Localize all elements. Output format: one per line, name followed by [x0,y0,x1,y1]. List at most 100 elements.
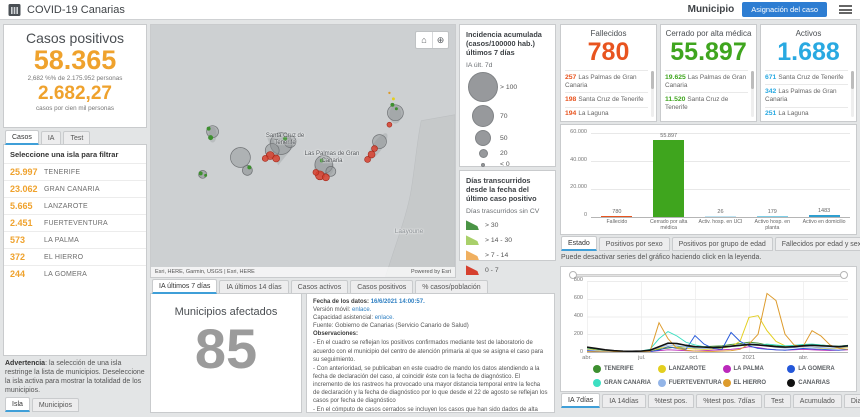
legend-item[interactable]: LA GOMERA [787,365,852,374]
bar-0[interactable]: 780 [591,133,643,217]
estado-tab[interactable]: Estado [561,236,597,251]
metric-tab[interactable]: Test [763,394,791,408]
stat-row: 671 Santa Cruz de Tenerife [765,70,848,84]
map-tab[interactable]: Casos positivos [350,280,414,294]
legend-color-dot [593,365,601,374]
line-y-tick: 400 [573,313,583,319]
island-row[interactable]: 23.062 GRAN CANARIA [4,180,146,197]
island-name: GRAN CANARIA [44,185,100,193]
casos-tab[interactable]: Casos [5,130,39,145]
ia-line-chart: 800 600 400 200 0 abr. jul. oct. 2021 ab… [560,266,857,392]
scrollbar[interactable] [751,71,754,117]
flag-icon [466,265,479,276]
island-row[interactable]: 573 LA PALMA [4,231,146,248]
basemap-icon[interactable]: ⊕ [432,32,448,48]
legend-item[interactable]: FUERTEVENTURA [657,378,723,387]
legend-item[interactable]: TENERIFE [593,365,658,374]
bar-4[interactable]: 1483 [798,133,850,217]
metric-tab[interactable]: %test pos. [647,394,695,408]
scrollbar[interactable] [651,71,654,117]
bar-x-label: Activ. hosp. en UCI [698,219,743,225]
municipios-afectados-count: 85 [194,317,258,380]
stat-row: 198 Santa Cruz de Tenerife [565,92,648,106]
island-name: TENERIFE [44,168,81,176]
warning-label: Advertencia [5,360,46,367]
legend-item[interactable]: CANARIAS [787,378,852,387]
island-cases: 372 [10,252,26,262]
bubble-label: 70 [500,112,508,120]
map[interactable]: Santa Cruz de Tenerife Las Palmas de Gra… [150,24,456,278]
legend-series-name: LANZAROTE [668,366,706,373]
legend-series-name: CANARIAS [798,379,830,386]
mobile-link[interactable]: enlace. [352,307,371,313]
island-name: LANZAROTE [44,202,88,210]
flag-icon [466,220,479,231]
days-label: > 14 - 30 [485,236,513,244]
island-row[interactable]: 2.451 FUERTEVENTURA [4,214,146,231]
bubble-legend-row: < 0 [466,161,549,168]
island-name: LA PALMA [44,236,79,244]
island-row[interactable]: 372 EL HIERRO [4,248,146,265]
legend-item[interactable]: EL HIERRO [722,378,788,387]
casos-rate-label: casos por cien mil personas [35,105,115,113]
line-series-svg [587,292,848,352]
days-label: 0 - 7 [485,266,499,274]
slider-handle-right[interactable] [840,271,848,279]
island-filter-title: Seleccione una isla para filtrar [10,150,119,159]
island-row[interactable]: 5.665 LANZAROTE [4,197,146,214]
estado-tab[interactable]: Fallecidos por edad y sexo [774,237,860,251]
legend-series-name: FUERTEVENTURA [668,379,722,386]
island-row[interactable]: 25.997 TENERIFE [4,163,146,180]
stat-row-value: 194 [565,110,577,118]
app-title: COVID-19 Canarias [27,3,125,16]
stat-row-name: Santa Cruz de Tenerife [578,95,644,103]
map-tab[interactable]: IA últimos 7 días [152,279,218,294]
line-x-tick: abr. [582,355,592,361]
metric-tab[interactable]: IA 7días [561,393,601,408]
stat-row-value: 11.520 [665,95,686,103]
stat-row: 342 Las Palmas de Gran Canaria [765,84,848,106]
metric-tab[interactable]: IA 14días [602,394,646,408]
metric-tab[interactable]: Diario [843,394,860,408]
legend-color-dot [787,365,796,374]
home-icon[interactable]: ⌂ [416,32,432,48]
time-range-slider[interactable] [569,271,848,279]
activos-list[interactable]: 671 Santa Cruz de Tenerife 342 Las Palmas … [765,70,848,119]
stat-row-name: La Laguna [778,110,809,118]
bubble-label: < 0 [500,161,510,169]
map-tab[interactable]: Casos activos [290,280,349,294]
scrollbar[interactable] [851,71,854,117]
isla-tab[interactable]: Municipios [31,398,79,412]
bar-2[interactable]: 26 [695,133,747,217]
estado-tab[interactable]: Positivos por grupo de edad [671,237,773,251]
bubble-icon [468,72,498,103]
asignacion-caso-button[interactable]: Asignación del caso [742,2,827,17]
observation-line: - En el cuadro se reflejan los positivos… [313,340,544,363]
legend-item[interactable]: GRAN CANARIA [593,378,658,387]
fallecidos-total: 780 [587,38,630,66]
casos-tab[interactable]: Test [63,131,91,145]
source-line: Fuente: Gobierno de Canarias (Servicio C… [313,323,469,330]
fallecidos-list[interactable]: 257 Las Palmas de Gran Canaria 198 Santa C… [565,70,648,119]
legend-item[interactable]: LA PALMA [722,365,788,374]
bar-3[interactable]: 179 [746,133,798,217]
capacity-link[interactable]: enlace. [375,315,394,321]
metric-tab[interactable]: %test pos. 7días [696,394,762,408]
map-attribution: Esri, HERE, Garmin, USGS | Esri, HERE Po… [151,267,455,277]
estado-tab[interactable]: Positivos por sexo [598,237,670,251]
isla-tab[interactable]: Isla [5,397,30,412]
observation-line: - Con anterioridad, se publicaban en est… [313,365,548,405]
metric-tab[interactable]: Acumulado [792,394,842,408]
map-tab[interactable]: IA últimos 14 días [219,280,289,294]
bar-x-label: Cerrado por alta médica [649,219,688,231]
map-tab[interactable]: % casos/población [415,280,488,294]
menu-icon[interactable] [839,5,852,14]
stat-row-value: 251 [765,110,777,118]
bar-y-tick: 60.000 [570,129,587,135]
island-row[interactable]: 244 LA GOMERA [4,265,146,282]
bar-1[interactable]: 55.897 [643,133,695,217]
casos-tab[interactable]: IA [40,131,62,145]
legend-item[interactable]: LANZAROTE [657,365,723,374]
cerrado-list[interactable]: 19.625 Las Palmas de Gran Canaria 11.520 S… [665,70,748,119]
island-cases: 23.062 [10,184,38,194]
